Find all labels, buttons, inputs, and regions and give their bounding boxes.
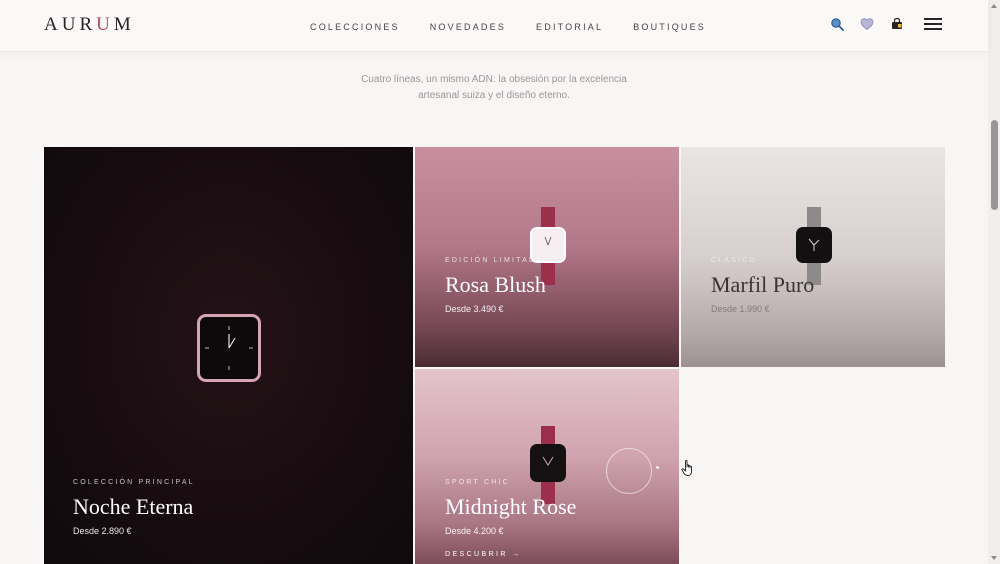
card-label: Clásico xyxy=(711,257,758,264)
heart-icon[interactable] xyxy=(860,17,874,31)
scroll-thumb[interactable] xyxy=(991,120,998,210)
header-actions xyxy=(830,17,942,31)
scroll-up-arrow[interactable] xyxy=(991,4,997,8)
collection-card-marfil-puro[interactable]: Clásico Marfil Puro Desde 1.990 € xyxy=(681,147,945,367)
cursor-ring xyxy=(606,448,652,494)
card-label: Colección Principal xyxy=(73,479,195,486)
cursor-dot xyxy=(656,466,659,469)
discover-link[interactable]: Descubrir → xyxy=(445,551,522,558)
card-title: Marfil Puro xyxy=(711,272,815,297)
aurum-logo[interactable]: AURUM xyxy=(44,14,135,36)
watch-image xyxy=(197,314,261,382)
card-price: Desde 2.890 € xyxy=(73,526,132,536)
collection-card-noche-eterna[interactable]: Colección Principal Noche Eterna Desde 2… xyxy=(44,147,413,564)
watch-image xyxy=(530,426,566,504)
intro-line-2: artesanal suiza y el diseño eterno. xyxy=(418,90,570,101)
nav-editorial[interactable]: Editorial xyxy=(536,22,603,32)
hand-cursor-icon xyxy=(681,460,692,476)
main-nav: Colecciones Novedades Editorial Boutique… xyxy=(310,22,706,32)
search-icon[interactable] xyxy=(830,17,844,31)
nav-boutiques[interactable]: Boutiques xyxy=(633,22,706,32)
intro-line-1: Cuatro líneas, un mismo ADN: la obsesión… xyxy=(361,74,627,85)
card-title: Noche Eterna xyxy=(73,494,194,519)
nav-colecciones[interactable]: Colecciones xyxy=(310,22,400,32)
card-title: Rosa Blush xyxy=(445,272,546,297)
card-price: Desde 3.490 € xyxy=(445,304,504,314)
menu-icon[interactable] xyxy=(924,18,942,30)
card-price: Desde 1.990 € xyxy=(711,304,770,314)
card-price: Desde 4.200 € xyxy=(445,526,504,536)
scroll-down-arrow[interactable] xyxy=(991,556,997,560)
nav-novedades[interactable]: Novedades xyxy=(430,22,506,32)
bag-icon[interactable] xyxy=(890,17,904,31)
section-intro: Cuatro líneas, un mismo ADN: la obsesión… xyxy=(0,72,988,104)
collection-card-rosa-blush[interactable]: Edición Limitada Rosa Blush Desde 3.490 … xyxy=(415,147,679,367)
page-scrollbar[interactable] xyxy=(988,0,1000,564)
card-title: Midnight Rose xyxy=(445,494,577,519)
site-header: AURUM Colecciones Novedades Editorial Bo… xyxy=(0,0,988,52)
card-label: Edición Limitada xyxy=(445,257,544,264)
card-label: Sport Chic xyxy=(445,479,510,486)
